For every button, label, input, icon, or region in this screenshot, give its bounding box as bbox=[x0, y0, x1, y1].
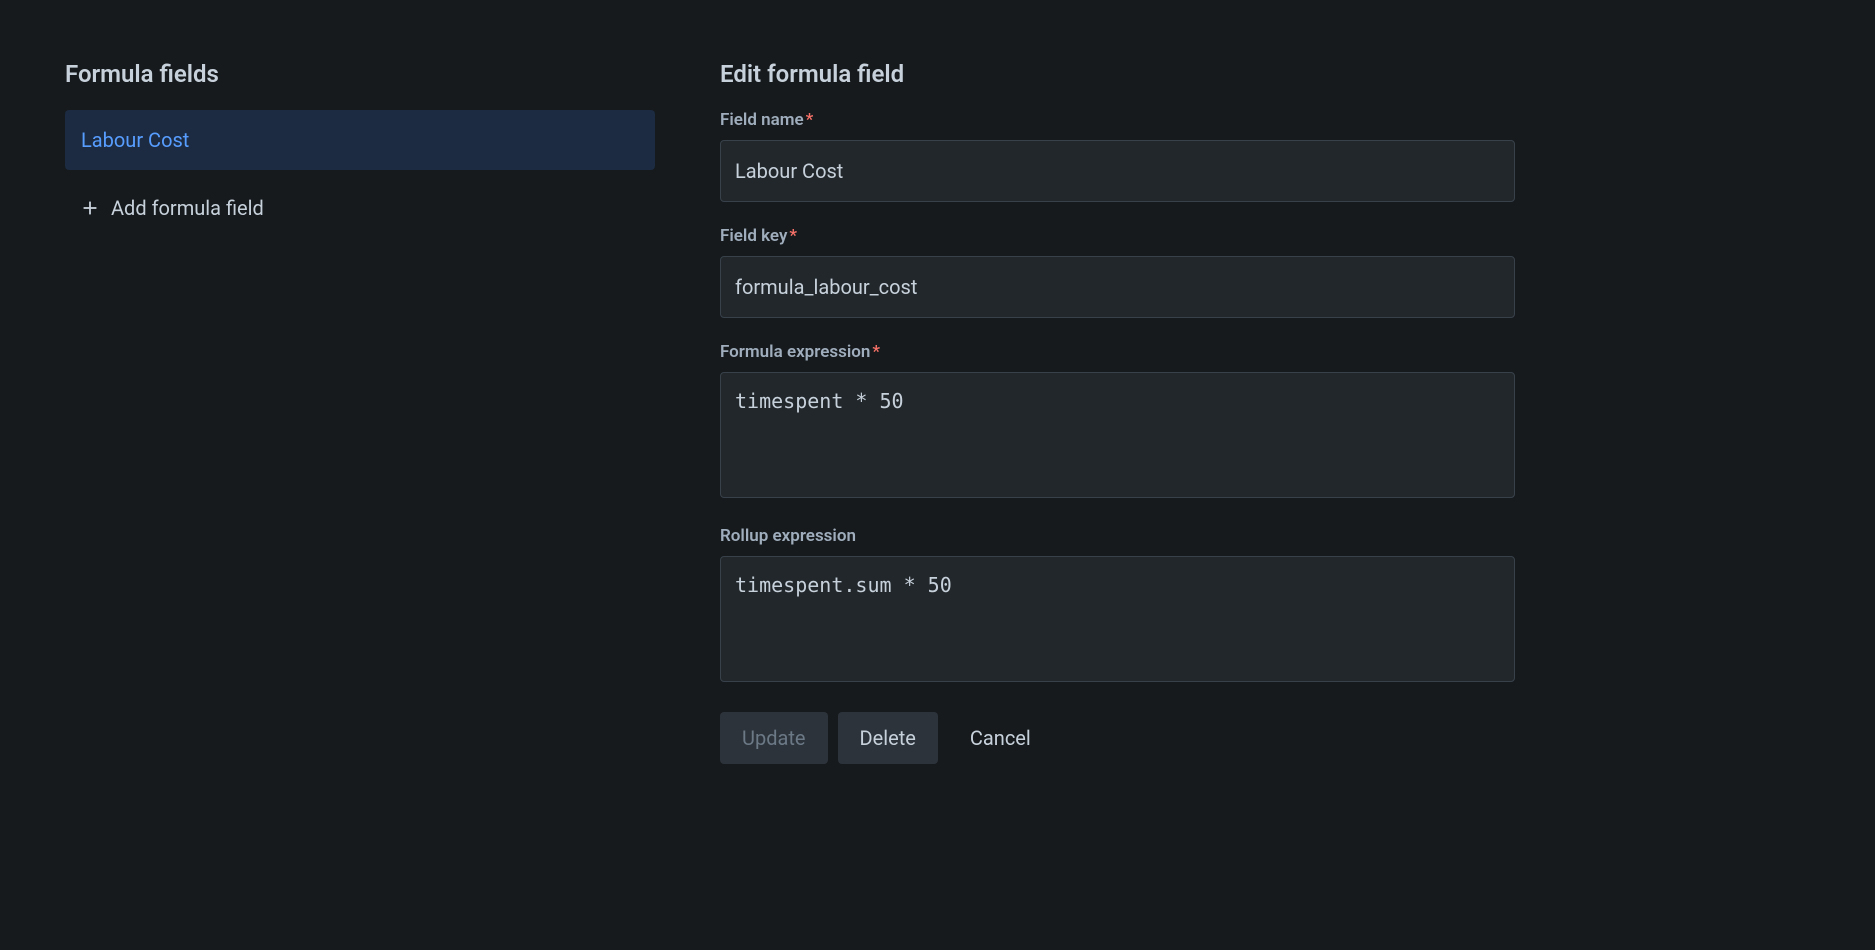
editor-title: Edit formula field bbox=[720, 60, 1515, 88]
field-key-group: Field key* bbox=[720, 226, 1515, 318]
add-formula-field-button[interactable]: Add formula field bbox=[65, 180, 655, 236]
field-name-input[interactable] bbox=[720, 140, 1515, 202]
update-button[interactable]: Update bbox=[720, 712, 828, 764]
plus-icon bbox=[79, 197, 101, 219]
sidebar: Formula fields Labour Cost Add formula f… bbox=[65, 60, 655, 764]
field-key-input[interactable] bbox=[720, 256, 1515, 318]
formula-expression-input[interactable] bbox=[720, 372, 1515, 498]
field-item-labour-cost[interactable]: Labour Cost bbox=[65, 110, 655, 170]
rollup-expression-label: Rollup expression bbox=[720, 526, 1515, 546]
required-asterisk: * bbox=[806, 110, 814, 130]
field-name-group: Field name* bbox=[720, 110, 1515, 202]
field-name-label: Field name* bbox=[720, 110, 1515, 130]
required-asterisk: * bbox=[789, 226, 797, 246]
rollup-expression-input[interactable] bbox=[720, 556, 1515, 682]
delete-button[interactable]: Delete bbox=[838, 712, 938, 764]
editor-panel: Edit formula field Field name* Field key… bbox=[720, 60, 1515, 764]
sidebar-title: Formula fields bbox=[65, 60, 655, 88]
rollup-expression-group: Rollup expression bbox=[720, 526, 1515, 686]
button-row: Update Delete Cancel bbox=[720, 712, 1515, 764]
formula-expression-group: Formula expression* bbox=[720, 342, 1515, 502]
required-asterisk: * bbox=[872, 342, 880, 362]
add-formula-field-label: Add formula field bbox=[111, 196, 264, 220]
field-key-label: Field key* bbox=[720, 226, 1515, 246]
field-list: Labour Cost bbox=[65, 110, 655, 170]
cancel-button[interactable]: Cancel bbox=[948, 712, 1053, 764]
formula-expression-label: Formula expression* bbox=[720, 342, 1515, 362]
